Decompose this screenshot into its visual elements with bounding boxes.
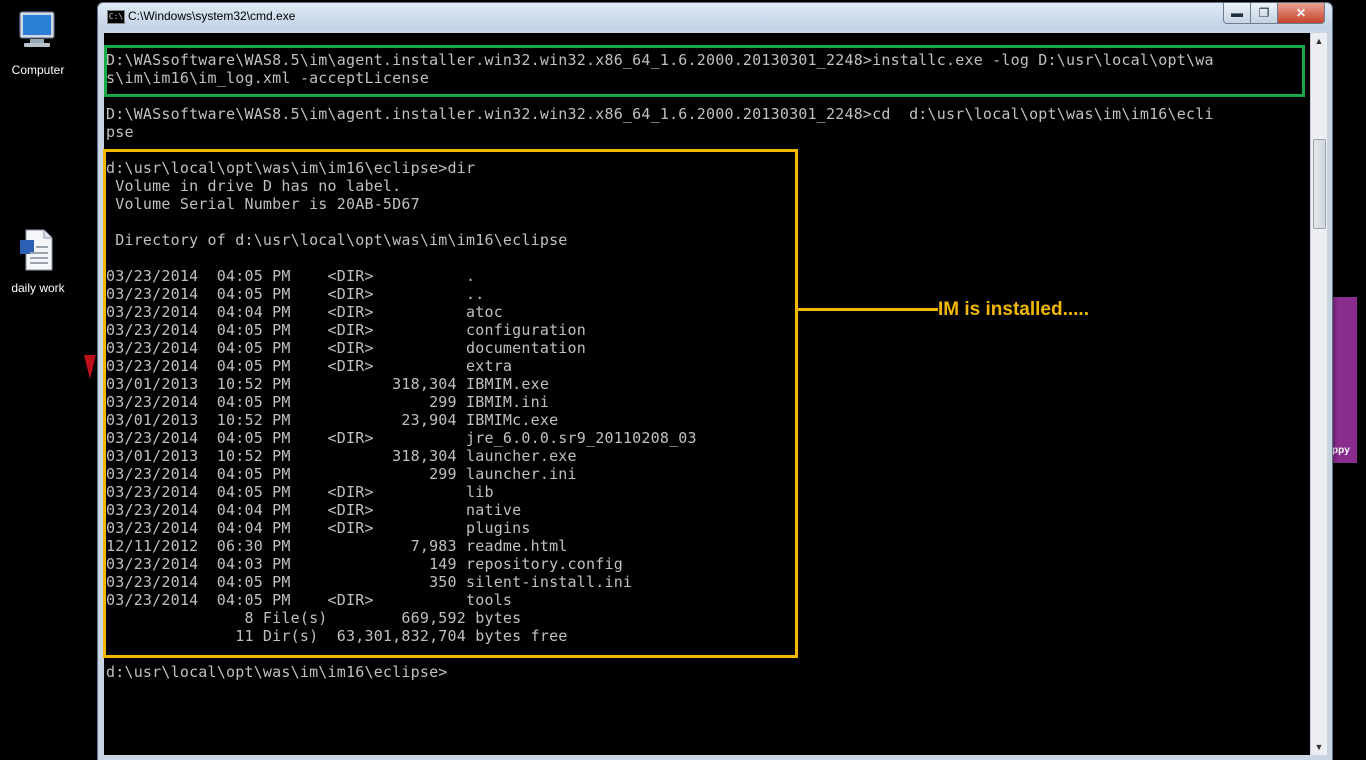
scroll-up-arrow-icon[interactable]: ▲ <box>1311 33 1327 49</box>
scroll-down-arrow-icon[interactable]: ▼ <box>1311 739 1327 755</box>
console-line: pse <box>106 123 134 141</box>
console-line: D:\WASsoftware\WAS8.5\im\agent.installer… <box>106 105 1214 123</box>
highlight-box-dir-listing <box>103 149 798 658</box>
computer-icon <box>19 11 55 47</box>
window-title: C:\Windows\system32\cmd.exe <box>128 9 296 23</box>
background-partial-text: ppy <box>1332 445 1350 456</box>
title-bar[interactable]: C:\ C:\Windows\system32\cmd.exe ▬ ❐ ✕ <box>98 3 1332 29</box>
desktop-icon-daily-work[interactable]: daily work <box>0 226 76 295</box>
desktop-icon-label: Computer <box>11 63 65 77</box>
background-fragment-red <box>84 355 96 379</box>
taskbar-edge <box>0 760 1366 770</box>
highlight-box-install-command <box>104 45 1305 97</box>
console-line: d:\usr\local\opt\was\im\im16\eclipse> <box>106 663 448 681</box>
scrollbar-thumb[interactable] <box>1313 139 1326 229</box>
desktop-icon-label: daily work <box>11 281 65 295</box>
close-button[interactable]: ✕ <box>1277 3 1325 24</box>
annotation-label: IM is installed..... <box>938 299 1089 320</box>
minimize-button[interactable]: ▬ <box>1223 3 1251 24</box>
document-icon <box>20 229 53 271</box>
cmd-app-icon: C:\ <box>107 10 125 24</box>
desktop-icon-computer[interactable]: Computer <box>0 8 76 77</box>
vertical-scrollbar[interactable]: ▲ ▼ <box>1310 33 1327 755</box>
maximize-button[interactable]: ❐ <box>1250 3 1278 24</box>
annotation-connector-line <box>798 308 938 311</box>
background-fragment-purple: ppy <box>1331 297 1357 463</box>
